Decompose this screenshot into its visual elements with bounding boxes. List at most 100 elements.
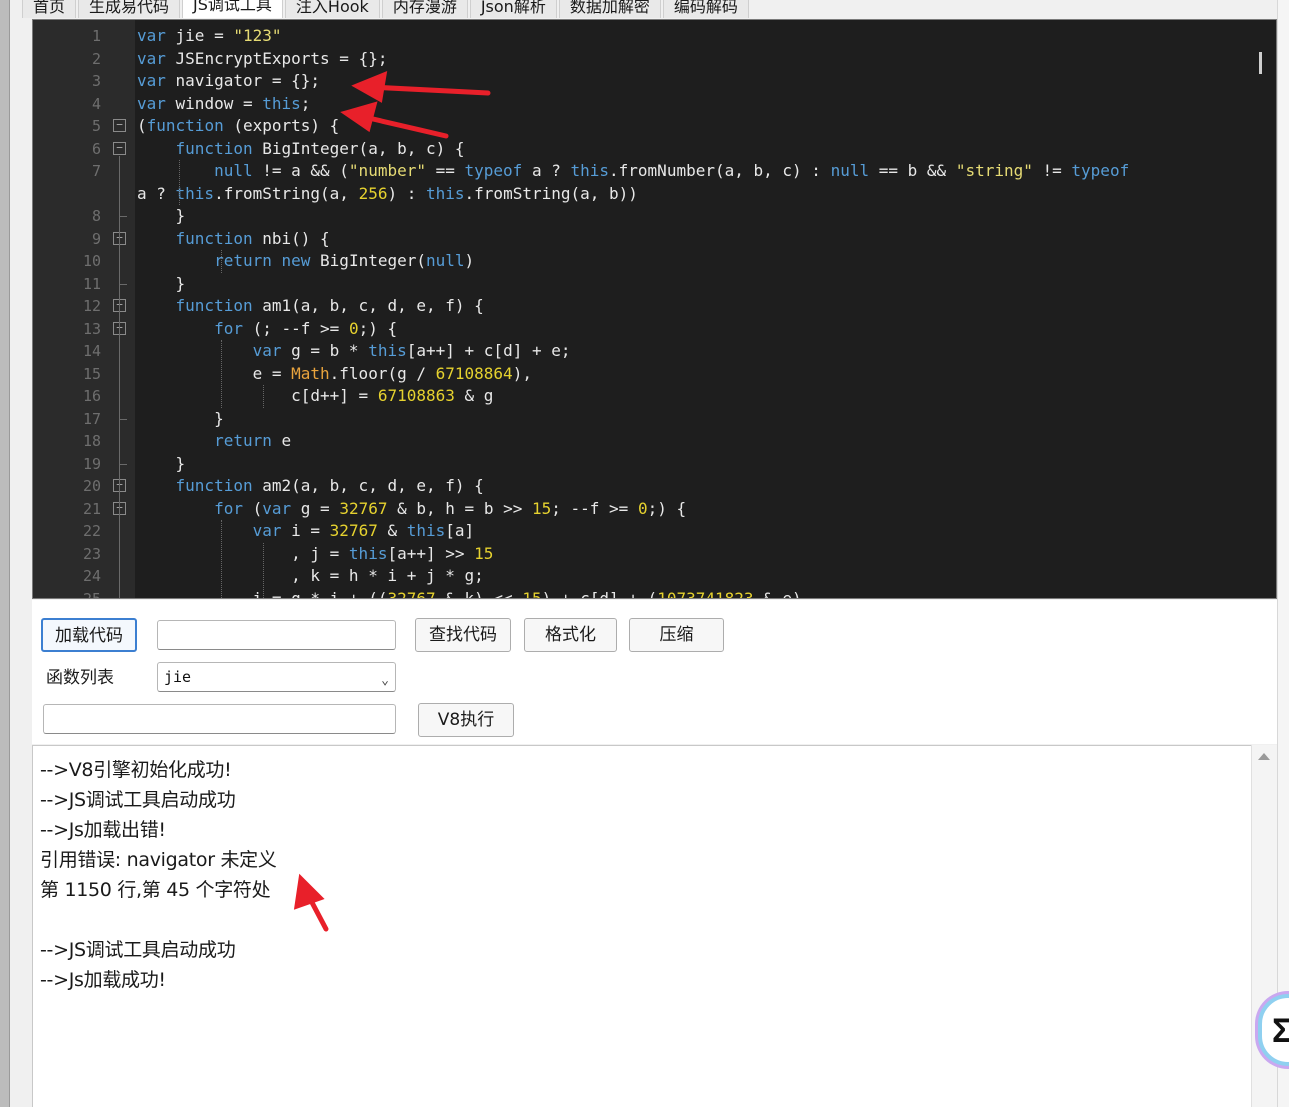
tab-bar: 首页 生成易代码 JS调试工具 注入Hook 内存漫游 Json解析 数据加解密… xyxy=(22,0,751,18)
line-number: 8 xyxy=(91,207,101,225)
line-number: 6 xyxy=(91,139,101,158)
indent-guide xyxy=(179,160,180,205)
code-line: 20− function am2(a, b, c, d, e, f) { xyxy=(33,475,1276,498)
line-number: 23 xyxy=(82,544,101,563)
output-line: -->JS调试工具启动成功 xyxy=(40,939,236,961)
code-line: 4 var window = this; xyxy=(33,93,1276,116)
code-line: 6− function BigInteger(a, b, c) { xyxy=(33,138,1276,161)
code-line: 10 return new BigInteger(null) xyxy=(33,250,1276,273)
code-line: 12− function am1(a, b, c, d, e, f) { xyxy=(33,295,1276,318)
line-number: 16 xyxy=(82,387,101,405)
code-text: function BigInteger(a, b, c) { xyxy=(175,138,465,158)
code-text: for (; --f >= 0;) { xyxy=(214,318,398,338)
code-text: , j = this[a++] >> 15 xyxy=(137,543,494,563)
line-number: 7 xyxy=(91,162,101,180)
code-line: 5− (function (exports) { xyxy=(33,115,1276,138)
code-text: var window = this; xyxy=(137,93,311,113)
js-debug-tool-window: 首页 生成易代码 JS调试工具 注入Hook 内存漫游 Json解析 数据加解密… xyxy=(0,0,1289,1107)
output-log[interactable]: -->V8引擎初始化成功! -->JS调试工具启动成功 -->Js加载出错! 引… xyxy=(32,745,1251,1107)
code-text: var navigator = {}; xyxy=(137,71,321,90)
indent-guide xyxy=(263,542,264,598)
line-number: 12 xyxy=(82,297,101,315)
fold-end-mark xyxy=(119,283,127,285)
code-text: var g = b * this[a++] + c[d] + e; xyxy=(252,341,571,360)
output-line: -->JS调试工具启动成功 xyxy=(40,789,236,811)
code-line: 24 , k = h * i + j * g; xyxy=(33,565,1276,588)
fold-toggle-icon[interactable]: − xyxy=(113,141,126,155)
code-line: 25 i = g * i + ((32767 & k) << 15) + c[d… xyxy=(33,588,1276,599)
output-line: 引用错误: navigator 未定义 xyxy=(40,849,277,871)
editor-scroll-thumb[interactable] xyxy=(1259,52,1262,74)
line-number: 25 xyxy=(82,589,101,599)
tab-json-parse[interactable]: Json解析 xyxy=(469,0,557,18)
code-text: } xyxy=(137,408,224,428)
code-line: 16 c[d++] = 67108863 & g xyxy=(33,385,1276,408)
code-text: , k = h * i + j * g; xyxy=(137,566,484,585)
code-text: return new BigInteger(null) xyxy=(214,251,475,270)
editor-scrollbar[interactable] xyxy=(1246,20,1276,598)
indent-guide xyxy=(263,385,264,408)
output-line: 第 1150 行,第 45 个字符处 xyxy=(40,879,271,901)
code-text: function am1(a, b, c, d, e, f) { xyxy=(175,296,484,315)
line-number: 18 xyxy=(82,432,101,450)
v8-code-input[interactable] xyxy=(43,704,396,734)
code-line: 13− for (; --f >= 0;) { xyxy=(33,318,1276,341)
code-line: 14 var g = b * this[a++] + c[d] + e; xyxy=(33,340,1276,363)
line-number: 2 xyxy=(91,49,101,68)
find-code-button[interactable]: 查找代码 xyxy=(415,618,511,652)
code-line: 19 } xyxy=(33,453,1276,476)
chevron-down-icon: ⌄ xyxy=(381,673,389,688)
search-input[interactable] xyxy=(157,620,396,650)
format-button[interactable]: 格式化 xyxy=(524,618,617,652)
tab-js-debug[interactable]: JS调试工具 xyxy=(182,0,283,18)
code-line: 9− function nbi() { xyxy=(33,228,1276,251)
fold-end-mark xyxy=(119,418,127,420)
fold-guide-line xyxy=(119,155,120,598)
indent-guide xyxy=(221,340,222,408)
function-list-label: 函数列表 xyxy=(46,668,114,688)
code-text: a ? this.fromString(a, 256) : this.fromS… xyxy=(137,183,638,203)
tab-home[interactable]: 首页 xyxy=(22,0,77,18)
code-text: } xyxy=(137,206,186,225)
fold-end-mark xyxy=(119,216,127,217)
line-number: 15 xyxy=(82,364,101,383)
code-line: 2 var JSEncryptExports = {}; xyxy=(33,48,1276,71)
v8-execute-button[interactable]: V8执行 xyxy=(418,703,514,737)
line-number: 17 xyxy=(82,409,101,428)
code-line: 22 var i = 32767 & this[a] xyxy=(33,520,1276,543)
tab-data-crypto[interactable]: 数据加解密 xyxy=(558,0,661,18)
code-line: 23 , j = this[a++] >> 15 xyxy=(33,543,1276,566)
code-line: 18 return e xyxy=(33,430,1276,453)
code-text: var JSEncryptExports = {}; xyxy=(137,48,388,68)
function-list-select[interactable]: jie ⌄ xyxy=(157,662,396,692)
scroll-up-arrow-icon[interactable] xyxy=(1258,753,1270,760)
tab-inject-hook[interactable]: 注入Hook xyxy=(284,0,380,18)
line-number: 21 xyxy=(82,499,101,518)
tab-encode-decode[interactable]: 编码解码 xyxy=(662,0,749,18)
line-number: 3 xyxy=(91,72,101,90)
function-list-selected: jie xyxy=(164,668,192,686)
line-number: 13 xyxy=(82,319,101,338)
code-editor[interactable]: 1 var jie = "123" 2 var JSEncryptExports = … xyxy=(32,19,1277,599)
code-line: 11 } xyxy=(33,273,1276,296)
tab-memory-roam[interactable]: 内存漫游 xyxy=(381,0,468,18)
fold-toggle-icon[interactable]: − xyxy=(113,119,126,132)
sigma-icon: Σ xyxy=(1272,1012,1289,1050)
line-number: 9 xyxy=(91,229,101,248)
code-text: c[d++] = 67108863 & g xyxy=(137,386,494,405)
indent-guide xyxy=(221,250,222,273)
line-number: 10 xyxy=(82,252,101,270)
line-number: 11 xyxy=(82,274,101,293)
code-text: } xyxy=(137,453,186,473)
code-text: i = g * i + ((32767 & k) << 15) + c[d] +… xyxy=(137,588,802,599)
tab-generate-code[interactable]: 生成易代码 xyxy=(78,0,181,18)
code-line: 15 e = Math.floor(g / 67108864), xyxy=(33,363,1276,386)
load-code-button[interactable]: 加载代码 xyxy=(41,618,137,652)
compress-button[interactable]: 压缩 xyxy=(629,618,724,652)
code-line: 21− for (var g = 32767 & b, h = b >> 15;… xyxy=(33,498,1276,521)
line-number: 5 xyxy=(91,117,101,135)
code-line: 8 } xyxy=(33,205,1276,228)
code-text: var i = 32767 & this[a] xyxy=(252,521,475,540)
line-number: 14 xyxy=(82,342,101,360)
code-line: a ? this.fromString(a, 256) : this.fromS… xyxy=(33,183,1276,206)
